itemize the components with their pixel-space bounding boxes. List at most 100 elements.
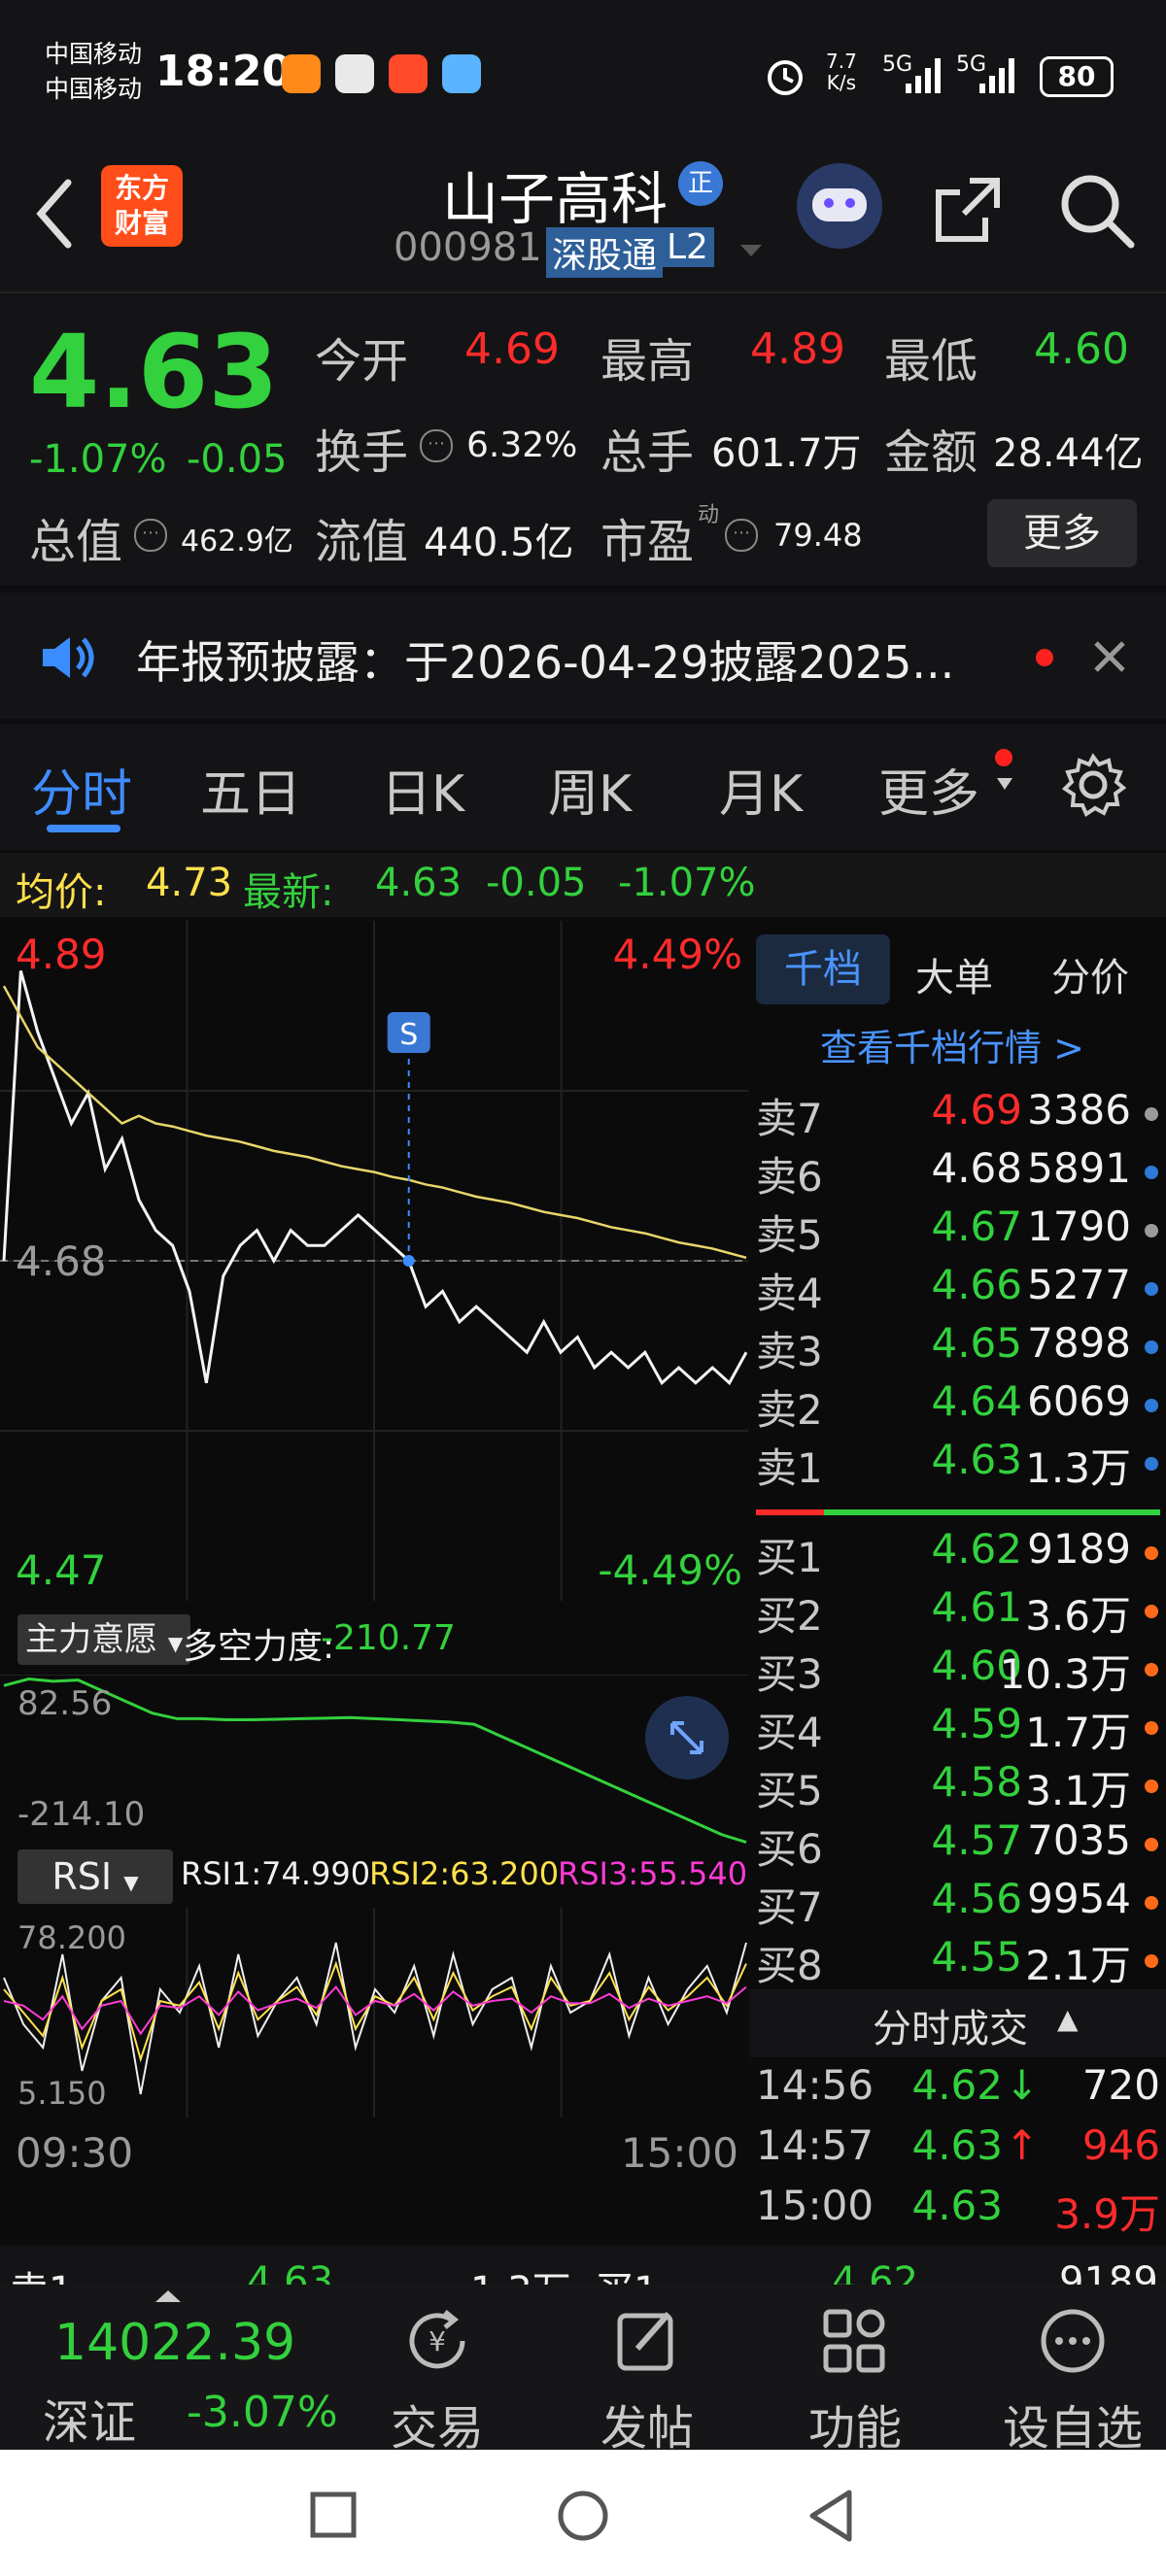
sell-marker-label: S <box>399 1018 418 1052</box>
sell-level-row[interactable]: 卖7 4.69 3386 <box>750 1086 1166 1144</box>
turnover-value: 6.32% <box>466 425 578 465</box>
indicator-selector[interactable]: 主力意愿 ▼ <box>17 1614 191 1665</box>
pe-dynamic-sup: 动 <box>698 503 720 527</box>
y-top-label: 4.89 <box>16 931 107 978</box>
sell-level-row[interactable]: 卖3 4.65 7898 <box>750 1319 1166 1377</box>
tab-more[interactable]: 更多 <box>878 753 979 826</box>
carrier-2: 中国移动 <box>45 75 143 103</box>
sell-level-row[interactable]: 卖6 4.68 5891 <box>750 1144 1166 1203</box>
stock-header: 东方 财富 山子高科 正 000981 深股通 L2 <box>0 146 1166 291</box>
indicator-name: 主力意愿 <box>25 1620 157 1659</box>
app-notification-icon <box>335 54 374 93</box>
intraday-chart[interactable]: S <box>0 921 748 1601</box>
speaker-icon <box>43 637 94 678</box>
nav-post[interactable]: 发帖 <box>579 2304 715 2457</box>
level-price: 4.65 <box>931 1319 1022 1367</box>
level-volume: 3386 <box>1027 1086 1131 1134</box>
nav-add-watchlist[interactable]: 设自选 <box>995 2304 1150 2457</box>
rsi-bottom-label: 5.150 <box>17 2075 107 2112</box>
back-icon[interactable] <box>29 175 78 253</box>
strip-buy-volume: 9189 <box>1059 2259 1158 2285</box>
open-value: 4.69 <box>464 324 560 374</box>
more-info-icon[interactable]: ⋯ <box>134 519 167 552</box>
nav-trade[interactable]: ¥ 交易 <box>369 2304 505 2457</box>
tab-large-orders[interactable]: 大单 <box>915 946 993 1002</box>
more-info-icon[interactable]: ⋯ <box>420 429 453 462</box>
connect-tag: 深股通 <box>546 227 664 278</box>
rsi-selector[interactable]: RSI ▼ <box>17 1849 173 1904</box>
float-cap-label: 流值 <box>315 515 409 569</box>
volume-value: 601.7万 <box>711 431 862 476</box>
tab-depth[interactable]: 千档 <box>756 934 890 1004</box>
trades-title: 分时成交 <box>873 2007 1028 2051</box>
amount-label: 金额 <box>884 425 978 480</box>
nav-trade-label: 交易 <box>390 2401 484 2456</box>
level-label: 买2 <box>756 1592 823 1640</box>
level-volume: 6069 <box>1027 1377 1131 1425</box>
tab-daily-k[interactable]: 日K <box>381 753 464 826</box>
trades-header[interactable]: 分时成交 ▲ <box>750 1989 1166 2057</box>
buy-level-row[interactable]: 买2 4.61 3.6万 <box>750 1583 1166 1642</box>
buy-level-row[interactable]: 买6 4.57 7035 <box>750 1816 1166 1875</box>
chevron-down-icon[interactable] <box>737 241 766 260</box>
tab-price-distribution[interactable]: 分价 <box>1051 946 1129 1002</box>
level-label: 卖3 <box>756 1328 823 1375</box>
expand-icon[interactable] <box>645 1696 729 1779</box>
gear-icon[interactable] <box>1059 751 1127 819</box>
current-price: 4.63 <box>29 313 279 431</box>
assistant-avatar[interactable] <box>797 163 882 249</box>
level-label: 买4 <box>756 1709 823 1756</box>
recent-apps-icon[interactable] <box>309 2491 358 2539</box>
trade-row: 15:00 4.63 3.9万 <box>750 2182 1166 2240</box>
index-ticker[interactable]: 14022.39 深证 -3.07% <box>0 2285 350 2450</box>
sell-level-row[interactable]: 卖4 4.66 5277 <box>750 1261 1166 1319</box>
sell-level-row[interactable]: 卖2 4.64 6069 <box>750 1377 1166 1436</box>
buy-level-row[interactable]: 买7 4.56 9954 <box>750 1875 1166 1933</box>
rsi3-label: RSI3:55.540 <box>558 1855 748 1892</box>
tab-monthly-k[interactable]: 月K <box>719 753 803 826</box>
tab-intraday[interactable]: 分时 <box>31 753 132 826</box>
status-dot <box>1145 1166 1158 1179</box>
chart-area[interactable]: S 4.89 4.49% 4.68 4.47 -4.49% 主力意愿 ▼ 多空力… <box>0 921 748 2242</box>
pe-label: 市盈 <box>600 515 695 569</box>
index-percent: -3.07% <box>187 2388 338 2437</box>
trade-volume: 946 <box>1081 2121 1160 2169</box>
alarm-icon <box>768 60 803 95</box>
more-info-icon[interactable]: ⋯ <box>725 519 758 552</box>
buy-level-row[interactable]: 买4 4.59 1.7万 <box>750 1700 1166 1758</box>
level-label: 卖1 <box>756 1444 823 1492</box>
chevron-down-icon: ▼ <box>123 1871 139 1894</box>
trade-price: 4.63 <box>911 2121 1003 2169</box>
more-button[interactable]: 更多 <box>987 499 1137 567</box>
view-depth-link[interactable]: 查看千档行情 > <box>820 1018 1084 1071</box>
close-icon[interactable] <box>1090 637 1129 676</box>
market-cap-label: 总值 <box>29 515 123 569</box>
nav-functions[interactable]: 功能 <box>787 2304 923 2457</box>
level-volume: 3.6万 <box>1025 1592 1131 1640</box>
buy-level-row[interactable]: 买8 4.55 2.1万 <box>750 1933 1166 1991</box>
home-icon[interactable] <box>556 2489 610 2543</box>
tab-five-day[interactable]: 五日 <box>200 753 301 826</box>
strip-sell-volume: 1.3万 <box>470 2259 571 2285</box>
notice-bar[interactable]: 年报预披露：于2026-04-29披露2025... <box>0 593 1166 719</box>
app-notification-icon <box>282 54 321 93</box>
buy-level-row[interactable]: 买3 4.60 10.3万 <box>750 1642 1166 1700</box>
back-nav-icon[interactable] <box>806 2489 855 2543</box>
weather-icon <box>442 54 481 93</box>
battery-icon: 80 <box>1040 56 1114 97</box>
status-time: 18:20 <box>155 47 292 96</box>
sell-level-row[interactable]: 卖1 4.63 1.3万 <box>750 1436 1166 1494</box>
trade-time: 14:56 <box>756 2061 874 2109</box>
share-icon[interactable] <box>931 173 1005 247</box>
sell-level-row[interactable]: 卖5 4.67 1790 <box>750 1203 1166 1261</box>
tab-weekly-k[interactable]: 周K <box>548 753 632 826</box>
trade-volume: 720 <box>1081 2061 1160 2109</box>
change-amount: -0.05 <box>187 437 288 482</box>
search-icon[interactable] <box>1055 169 1137 251</box>
buy-level-row[interactable]: 买5 4.58 3.1万 <box>750 1758 1166 1816</box>
avg-label: 均价: <box>16 870 107 915</box>
level-volume: 1.3万 <box>1025 1444 1131 1492</box>
buy-level-row[interactable]: 买1 4.62 9189 <box>750 1525 1166 1583</box>
rsi-name: RSI <box>51 1855 113 1898</box>
signal-1-icon <box>906 58 941 93</box>
